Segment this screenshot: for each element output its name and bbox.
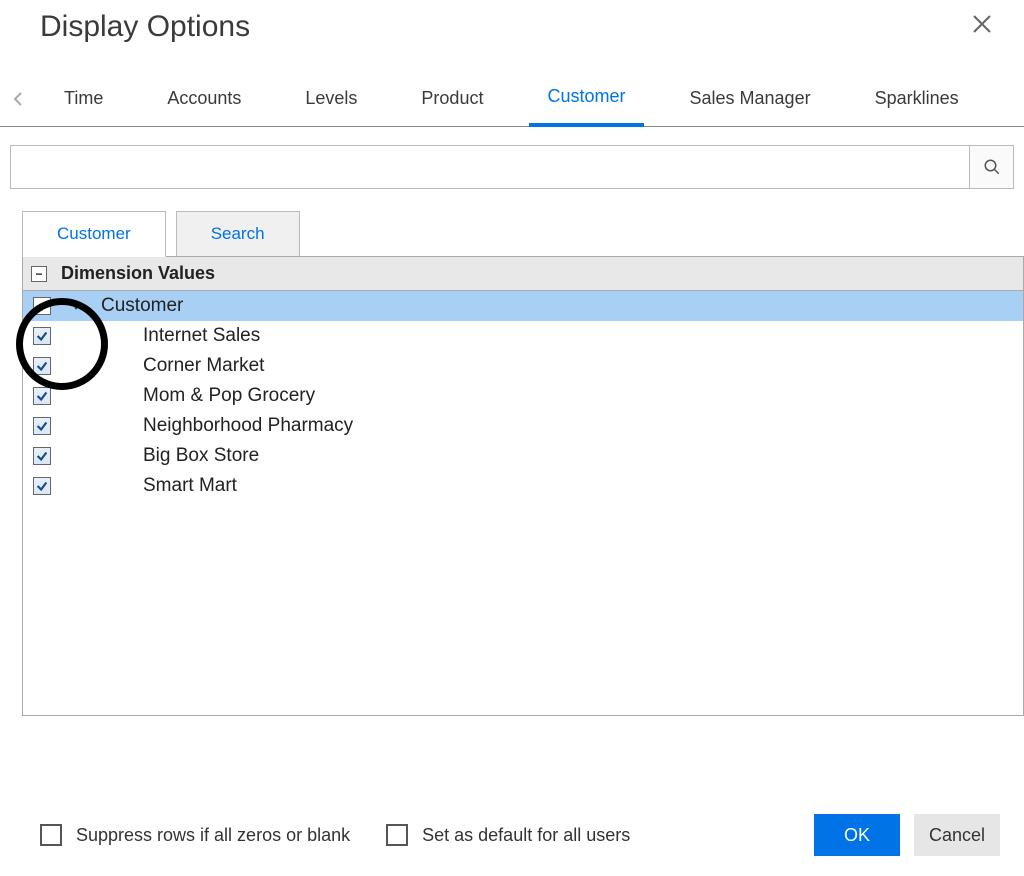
tab-customer[interactable]: Customer (529, 86, 643, 127)
subtab-search[interactable]: Search (176, 211, 300, 257)
close-icon (970, 12, 994, 36)
cancel-button[interactable]: Cancel (914, 814, 1000, 856)
tree-checkbox-child[interactable] (33, 417, 51, 435)
tree-row-child[interactable]: Neighborhood Pharmacy (23, 411, 1023, 441)
tree-checkbox-child[interactable] (33, 357, 51, 375)
tree-label-child: Corner Market (143, 355, 264, 377)
tree-label-child: Smart Mart (143, 475, 237, 497)
tab-sparklines[interactable]: Sparklines (857, 88, 977, 125)
tree-row-child[interactable]: Internet Sales (23, 321, 1023, 351)
suppress-rows-label: Suppress rows if all zeros or blank (76, 825, 350, 846)
tab-sales-manager[interactable]: Sales Manager (672, 88, 829, 125)
tab-levels[interactable]: Levels (287, 88, 375, 125)
tree-label-child: Neighborhood Pharmacy (143, 415, 353, 437)
suppress-rows-checkbox[interactable] (40, 824, 62, 846)
tree-row-child[interactable]: Smart Mart (23, 471, 1023, 501)
tree-collapse-all[interactable]: − (31, 266, 47, 282)
tree-row-child[interactable]: Corner Market (23, 351, 1023, 381)
tab-accounts[interactable]: Accounts (149, 88, 259, 125)
tree-checkbox-child[interactable] (33, 327, 51, 345)
tree-label-child: Mom & Pop Grocery (143, 385, 315, 407)
tab-time[interactable]: Time (46, 88, 121, 125)
tree-row-root[interactable]: Customer (23, 291, 1023, 321)
search-icon (983, 158, 1001, 176)
tab-product[interactable]: Product (403, 88, 501, 125)
tree-label-child: Big Box Store (143, 445, 259, 467)
tree-label-child: Internet Sales (143, 325, 260, 347)
tabs-scroll-left[interactable] (8, 91, 32, 120)
set-default-option[interactable]: Set as default for all users (386, 824, 630, 846)
tree-checkbox-root[interactable] (33, 297, 51, 315)
tree-checkbox-child[interactable] (33, 447, 51, 465)
tree-expand-toggle[interactable] (71, 302, 81, 310)
close-button[interactable] (960, 8, 1004, 45)
tree-row-child[interactable]: Mom & Pop Grocery (23, 381, 1023, 411)
set-default-label: Set as default for all users (422, 825, 630, 846)
set-default-checkbox[interactable] (386, 824, 408, 846)
search-button[interactable] (970, 145, 1014, 189)
tree-header: − Dimension Values (23, 257, 1023, 291)
sub-tabs: Customer Search (22, 211, 1024, 257)
tree-header-label: Dimension Values (61, 263, 215, 284)
ok-button[interactable]: OK (814, 814, 900, 856)
search-input[interactable] (10, 145, 970, 189)
tree-label-root: Customer (101, 295, 183, 317)
main-tabs: Time Accounts Levels Product Customer Sa… (0, 85, 1024, 126)
dimension-tree-panel: − Dimension Values Customer Internet Sal… (22, 256, 1024, 716)
subtab-customer[interactable]: Customer (22, 211, 166, 257)
dialog-title: Display Options (40, 10, 250, 44)
tree-checkbox-child[interactable] (33, 387, 51, 405)
chevron-left-icon (12, 91, 24, 107)
tree-checkbox-child[interactable] (33, 477, 51, 495)
suppress-rows-option[interactable]: Suppress rows if all zeros or blank (40, 824, 350, 846)
tree-row-child[interactable]: Big Box Store (23, 441, 1023, 471)
